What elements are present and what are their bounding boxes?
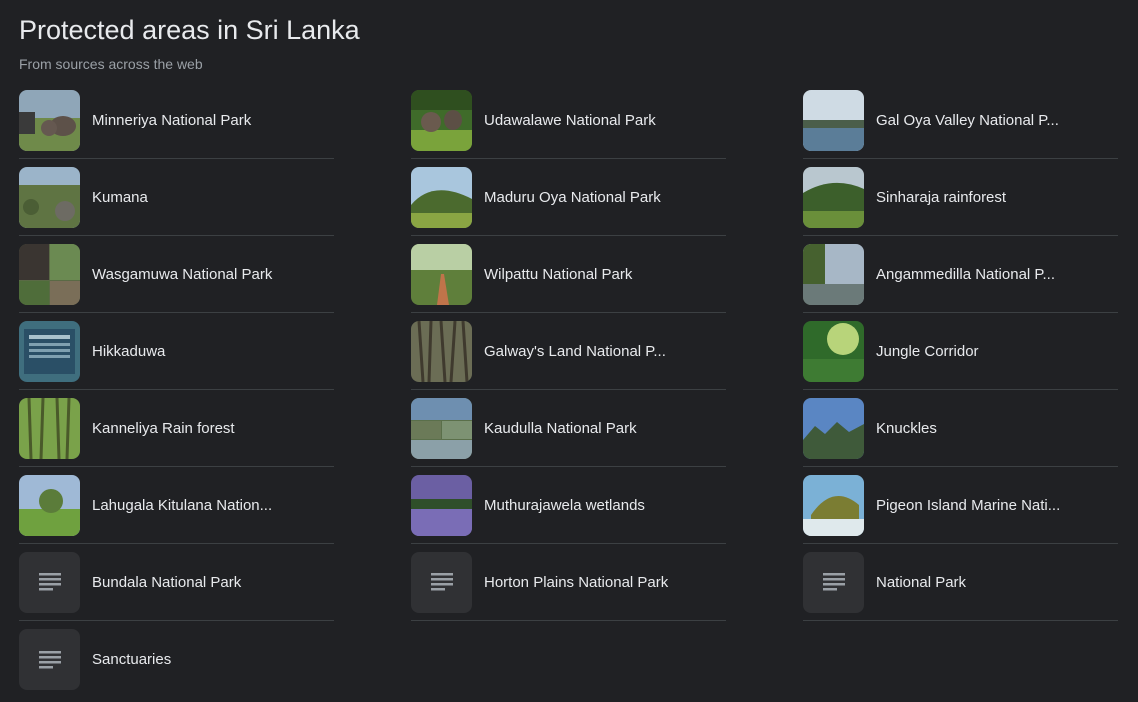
item-label: Wilpattu National Park bbox=[484, 265, 633, 283]
document-placeholder bbox=[19, 551, 80, 613]
item-label: Jungle Corridor bbox=[876, 342, 979, 360]
thumbnail-image bbox=[411, 397, 472, 459]
list-item[interactable]: Pigeon Island Marine Nati... bbox=[803, 467, 1118, 544]
thumbnail-image bbox=[411, 243, 472, 305]
thumbnail-image bbox=[803, 89, 864, 151]
item-label: Sinharaja rainforest bbox=[876, 188, 1007, 206]
item-label: Kumana bbox=[92, 188, 148, 206]
list-item[interactable]: Wasgamuwa National Park bbox=[19, 236, 334, 313]
list-item[interactable]: Udawalawe National Park bbox=[411, 82, 726, 159]
list-item[interactable]: Lahugala Kitulana Nation... bbox=[19, 467, 334, 544]
thumbnail-image bbox=[803, 397, 864, 459]
protected-areas-grid: Minneriya National Park Udawalawe Nation… bbox=[19, 82, 1118, 698]
list-item[interactable]: Maduru Oya National Park bbox=[411, 159, 726, 236]
thumbnail-image bbox=[411, 89, 472, 151]
thumbnail-image bbox=[411, 320, 472, 382]
item-label: Horton Plains National Park bbox=[484, 573, 669, 591]
list-item[interactable]: Knuckles bbox=[803, 390, 1118, 467]
list-item[interactable]: Bundala National Park bbox=[19, 544, 334, 621]
panel-title: Protected areas in Sri Lanka bbox=[19, 15, 360, 45]
thumbnail-image bbox=[19, 474, 80, 536]
list-item[interactable]: Kaudulla National Park bbox=[411, 390, 726, 467]
document-icon bbox=[38, 650, 61, 668]
list-item[interactable]: Sanctuaries bbox=[19, 621, 334, 698]
list-item[interactable]: Wilpattu National Park bbox=[411, 236, 726, 313]
list-item[interactable]: National Park bbox=[803, 544, 1118, 621]
thumbnail-image bbox=[19, 320, 80, 382]
list-item[interactable]: Hikkaduwa bbox=[19, 313, 334, 390]
list-item[interactable]: Galway's Land National P... bbox=[411, 313, 726, 390]
item-label: Hikkaduwa bbox=[92, 342, 166, 360]
thumbnail-image bbox=[411, 474, 472, 536]
list-item[interactable]: Angammedilla National P... bbox=[803, 236, 1118, 313]
item-label: Sanctuaries bbox=[92, 651, 172, 668]
item-label: Angammedilla National P... bbox=[876, 265, 1055, 283]
item-label: National Park bbox=[876, 573, 967, 591]
thumbnail-image bbox=[19, 166, 80, 228]
thumbnail-image bbox=[19, 397, 80, 459]
panel-subtitle: From sources across the web bbox=[19, 56, 203, 72]
list-item[interactable]: Sinharaja rainforest bbox=[803, 159, 1118, 236]
item-label: Udawalawe National Park bbox=[484, 111, 656, 129]
item-label: Kaudulla National Park bbox=[484, 419, 637, 437]
document-icon bbox=[430, 573, 453, 591]
document-placeholder bbox=[803, 551, 864, 613]
list-item[interactable]: Muthurajawela wetlands bbox=[411, 467, 726, 544]
item-label: Kanneliya Rain forest bbox=[92, 419, 235, 437]
list-item[interactable]: Gal Oya Valley National P... bbox=[803, 82, 1118, 159]
list-item[interactable]: Jungle Corridor bbox=[803, 313, 1118, 390]
list-item[interactable]: Kumana bbox=[19, 159, 334, 236]
thumbnail-image bbox=[19, 243, 80, 305]
results-panel: Protected areas in Sri Lanka From source… bbox=[0, 0, 1138, 702]
document-placeholder bbox=[19, 629, 80, 690]
thumbnail-image bbox=[411, 166, 472, 228]
document-placeholder bbox=[411, 551, 472, 613]
document-icon bbox=[38, 573, 61, 591]
item-label: Gal Oya Valley National P... bbox=[876, 111, 1059, 129]
item-label: Knuckles bbox=[876, 419, 937, 437]
item-label: Wasgamuwa National Park bbox=[92, 265, 273, 283]
document-icon bbox=[822, 573, 845, 591]
item-label: Pigeon Island Marine Nati... bbox=[876, 496, 1061, 514]
list-item[interactable]: Horton Plains National Park bbox=[411, 544, 726, 621]
item-label: Muthurajawela wetlands bbox=[484, 496, 645, 514]
item-label: Maduru Oya National Park bbox=[484, 188, 661, 206]
item-label: Galway's Land National P... bbox=[484, 342, 666, 360]
thumbnail-image bbox=[803, 474, 864, 536]
thumbnail-image bbox=[19, 89, 80, 151]
thumbnail-image bbox=[803, 243, 864, 305]
item-label: Bundala National Park bbox=[92, 573, 242, 591]
list-item[interactable]: Kanneliya Rain forest bbox=[19, 390, 334, 467]
thumbnail-image bbox=[803, 166, 864, 228]
thumbnail-image bbox=[803, 320, 864, 382]
list-item[interactable]: Minneriya National Park bbox=[19, 82, 334, 159]
item-label: Minneriya National Park bbox=[92, 111, 252, 129]
item-label: Lahugala Kitulana Nation... bbox=[92, 496, 273, 514]
